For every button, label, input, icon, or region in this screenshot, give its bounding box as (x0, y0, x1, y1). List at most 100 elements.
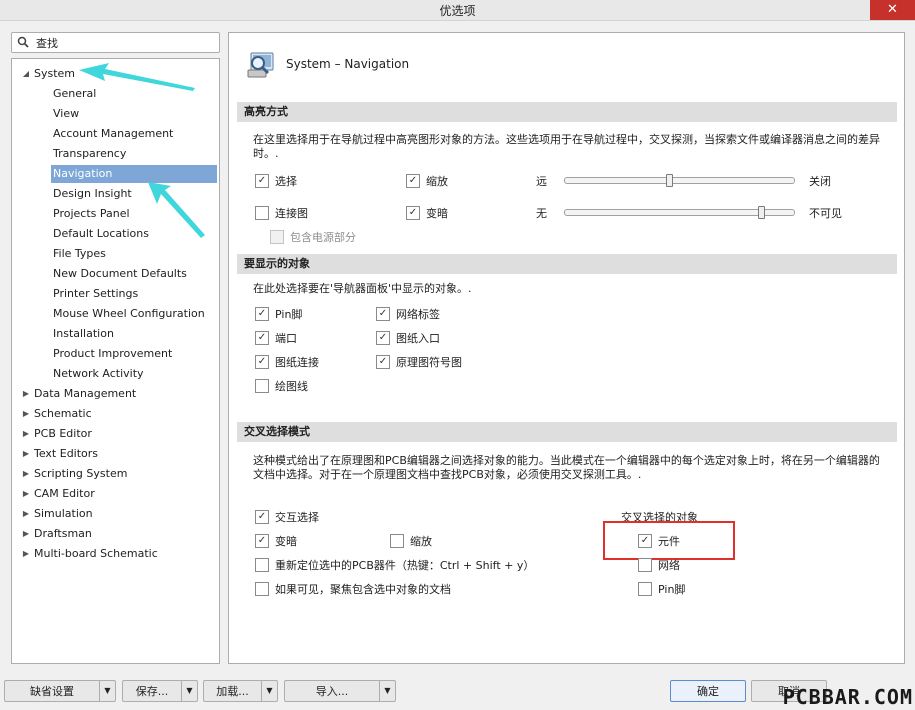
cross-zoom-checkbox[interactable]: 缩放 (390, 533, 432, 549)
search-input[interactable] (34, 34, 218, 51)
load-button[interactable]: 加载... ▼ (203, 680, 278, 702)
checkbox-box[interactable]: ✓ (255, 307, 269, 321)
checkbox-box[interactable]: ✓ (406, 174, 420, 188)
collapsed-arrow-icon[interactable]: ▶ (21, 545, 31, 563)
tree-item-label: Multi-board Schematic (34, 547, 158, 560)
search-icon (17, 36, 29, 48)
zoom-checkbox[interactable]: ✓ 缩放 (406, 173, 448, 189)
drawing-line-checkbox[interactable]: 绘图线 (255, 378, 308, 394)
tree-item-draftsman[interactable]: ▶ Draftsman (23, 525, 92, 543)
collapsed-arrow-icon[interactable]: ▶ (21, 405, 31, 423)
checkbox-box[interactable]: ✓ (376, 307, 390, 321)
tree-item-account-management[interactable]: Account Management (53, 125, 173, 143)
chevron-down-icon[interactable]: ▼ (261, 681, 277, 701)
checkbox-box[interactable] (255, 582, 269, 596)
focus-document-checkbox[interactable]: 如果可见，聚焦包含选中对象的文档 (255, 581, 451, 597)
checkbox-box[interactable]: ✓ (255, 355, 269, 369)
chevron-down-icon[interactable]: ▼ (379, 681, 395, 701)
checkbox-box[interactable] (255, 558, 269, 572)
checkbox-label: 缩放 (426, 175, 448, 188)
expanded-arrow-icon: ◢ (22, 69, 30, 78)
tree-item-pcb-editor[interactable]: ▶ PCB Editor (23, 425, 92, 443)
ok-button[interactable]: 确定 (670, 680, 746, 702)
tree-item-network-activity[interactable]: Network Activity (53, 365, 144, 383)
tree-item-system[interactable]: ◢ System (23, 65, 76, 83)
interactive-select-checkbox[interactable]: ✓ 交互选择 (255, 509, 319, 525)
options-tree[interactable]: ◢ System General View Account Management… (11, 58, 220, 664)
button-label: 缺省设置 (30, 685, 74, 698)
tree-item-product-improvement[interactable]: Product Improvement (53, 345, 172, 363)
checkbox-box[interactable]: ✓ (255, 331, 269, 345)
pin-checkbox[interactable]: ✓ Pin脚 (255, 306, 302, 322)
collapsed-arrow-icon[interactable]: ▶ (21, 385, 31, 403)
checkbox-box[interactable] (638, 582, 652, 596)
connect-checkbox[interactable]: 连接图 (255, 205, 308, 221)
tree-item-simulation[interactable]: ▶ Simulation (23, 505, 93, 523)
tree-item-mouse-wheel-configuration[interactable]: Mouse Wheel Configuration (53, 305, 205, 323)
chevron-down-icon[interactable]: ▼ (99, 681, 115, 701)
tree-item-installation[interactable]: Installation (53, 325, 114, 343)
reposition-checkbox[interactable]: 重新定位选中的PCB器件（热键：Ctrl + Shift + y） (255, 557, 534, 573)
tree-item-cam-editor[interactable]: ▶ CAM Editor (23, 485, 95, 503)
checkbox-box[interactable] (390, 534, 404, 548)
dim-checkbox[interactable]: ✓ 变暗 (406, 205, 448, 221)
tree-item-label: Default Locations (53, 227, 149, 240)
sheet-connector-checkbox[interactable]: ✓ 图纸连接 (255, 354, 319, 370)
checkbox-box[interactable]: ✓ (406, 206, 420, 220)
tree-item-projects-panel[interactable]: Projects Panel (53, 205, 130, 223)
import-button[interactable]: 导入... ▼ (284, 680, 396, 702)
highlight-slider-thumb[interactable] (666, 174, 674, 187)
cross-dim-checkbox[interactable]: ✓ 变暗 (255, 533, 297, 549)
tree-item-multi-board-schematic[interactable]: ▶ Multi-board Schematic (23, 545, 158, 563)
tree-item-label: Product Improvement (53, 347, 173, 360)
tree-item-printer-settings[interactable]: Printer Settings (53, 285, 138, 303)
collapsed-arrow-icon[interactable]: ▶ (21, 425, 31, 443)
collapsed-arrow-icon[interactable]: ▶ (21, 525, 31, 543)
collapsed-arrow-icon[interactable]: ▶ (21, 485, 31, 503)
defaults-button[interactable]: 缺省设置 ▼ (4, 680, 116, 702)
tree-item-file-types[interactable]: File Types (53, 245, 106, 263)
select-checkbox[interactable]: ✓ 选择 (255, 173, 297, 189)
tree-item-default-locations[interactable]: Default Locations (53, 225, 149, 243)
tree-item-navigation[interactable]: Navigation (51, 165, 217, 183)
dim-slider-thumb[interactable] (757, 206, 765, 219)
section-header-highlight: 高亮方式 (237, 102, 897, 122)
checkbox-box[interactable]: ✓ (376, 355, 390, 369)
close-button[interactable]: ✕ (870, 0, 915, 20)
collapsed-arrow-icon[interactable]: ▶ (21, 465, 31, 483)
tree-item-new-document-defaults[interactable]: New Document Defaults (53, 265, 187, 283)
checkbox-box[interactable]: ✓ (255, 174, 269, 188)
checkbox-label: 网络标签 (396, 308, 440, 321)
tree-item-scripting-system[interactable]: ▶ Scripting System (23, 465, 128, 483)
checkbox-box[interactable]: ✓ (255, 534, 269, 548)
tree-item-label: Installation (53, 327, 114, 340)
sheet-entry-checkbox[interactable]: ✓ 图纸入口 (376, 330, 440, 346)
net-label-checkbox[interactable]: ✓ 网络标签 (376, 306, 440, 322)
pins-checkbox[interactable]: Pin脚 (638, 581, 685, 597)
tree-item-transparency[interactable]: Transparency (53, 145, 126, 163)
tree-item-text-editors[interactable]: ▶ Text Editors (23, 445, 98, 463)
tree-item-label: System (34, 67, 76, 80)
schematic-symbol-checkbox[interactable]: ✓ 原理图符号图 (376, 354, 462, 370)
checkbox-box[interactable] (255, 206, 269, 220)
search-box[interactable] (11, 32, 220, 53)
nets-checkbox[interactable]: 网络 (638, 557, 680, 573)
tree-item-label: General (53, 87, 97, 100)
chevron-down-icon[interactable]: ▼ (181, 681, 197, 701)
collapsed-arrow-icon[interactable]: ▶ (21, 505, 31, 523)
tree-item-general[interactable]: General (53, 85, 96, 103)
settings-panel: System – Navigation 高亮方式 在这里选择用于在导航过程中高亮… (228, 32, 905, 664)
checkbox-box[interactable] (255, 379, 269, 393)
tree-item-data-management[interactable]: ▶ Data Management (23, 385, 136, 403)
checkbox-label: 图纸入口 (396, 332, 440, 345)
tree-item-view[interactable]: View (53, 105, 79, 123)
tree-item-schematic[interactable]: ▶ Schematic (23, 405, 92, 423)
save-button[interactable]: 保存... ▼ (122, 680, 198, 702)
port-checkbox[interactable]: ✓ 端口 (255, 330, 297, 346)
collapsed-arrow-icon[interactable]: ▶ (21, 445, 31, 463)
checkbox-box[interactable]: ✓ (255, 510, 269, 524)
checkbox-box[interactable] (638, 558, 652, 572)
checkbox-box[interactable]: ✓ (376, 331, 390, 345)
highlight-slider-track[interactable] (564, 177, 795, 184)
tree-item-design-insight[interactable]: Design Insight (53, 185, 132, 203)
